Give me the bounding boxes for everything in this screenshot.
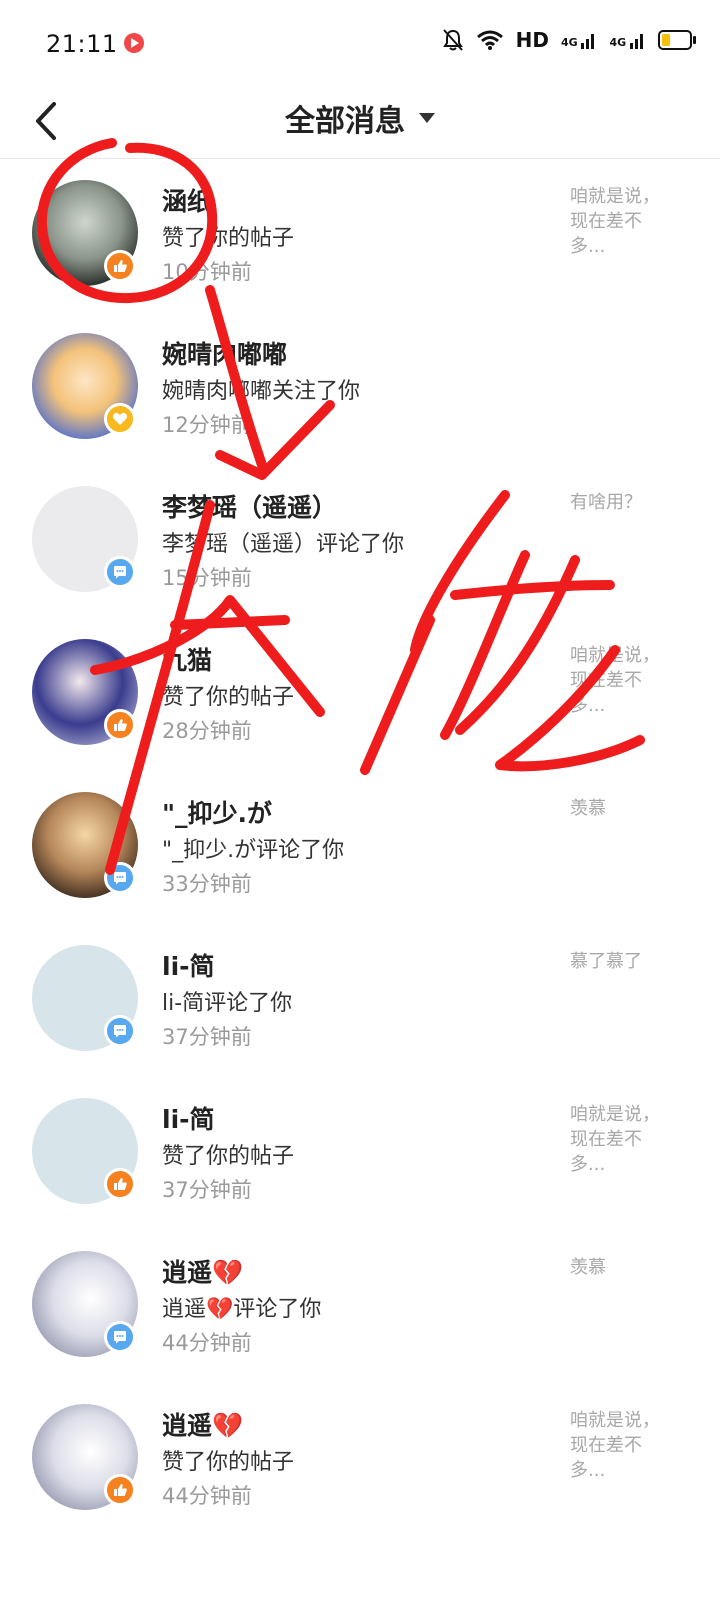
mute-bell-icon [442,29,463,51]
page-title: 全部消息 [285,104,405,139]
message-action: "_抑少.が评论了你 [162,838,345,863]
post-preview[interactable]: 有啥用？ [570,490,670,515]
message-item[interactable]: 九猫赞了你的帖子 28分钟前 咱就是说，现在差不多... [0,617,720,770]
sender-name[interactable]: 逍遥💔 [162,1253,243,1289]
message-item[interactable]: "_抑少.が "_抑少.が评论了你 33分钟前 羡慕 [0,770,720,923]
post-preview[interactable]: 咱就是说，现在差不多... [570,1102,670,1177]
comment-badge [104,1015,136,1047]
message-item[interactable]: 逍遥💔 逍遥💔评论了你 44分钟前 羡慕 [0,1229,720,1382]
screen-record-icon [124,33,144,53]
message-item[interactable]: 涵纸赞了你的帖子 10分钟前 咱就是说，现在差不多... [0,158,720,311]
message-time: 15分钟前 [162,566,252,590]
comment-icon [114,872,126,885]
status-time: 21:11 [46,30,118,58]
signal-icon [630,34,643,49]
network-type-2: 4G [609,36,627,49]
message-action: 赞了你的帖子 [162,226,295,251]
network-label-2: 4G [609,31,646,49]
sender-name[interactable]: 涵纸 [162,182,212,218]
message-time: 12分钟前 [162,413,252,437]
message-action: 逍遥💔评论了你 [162,1297,322,1322]
thumbs-up-icon [114,1484,127,1496]
status-bar: 21:11 HD 4G 4G [0,0,720,88]
like-badge [104,1474,136,1506]
thumbs-up-icon [114,260,127,272]
comment-badge [104,556,136,588]
comment-icon [114,566,126,579]
like-badge [104,709,136,741]
post-preview[interactable]: 咱就是说，现在差不多... [570,184,670,259]
battery-fill [662,34,670,46]
message-time: 44分钟前 [162,1331,252,1355]
follow-badge [104,403,136,435]
title-dropdown[interactable]: 全部消息 [0,96,720,140]
dropdown-caret-icon [419,113,435,123]
post-preview[interactable]: 羡慕 [570,1255,670,1280]
thumbs-up-icon [114,1178,127,1190]
post-preview[interactable]: 咱就是说，现在差不多... [570,1408,670,1483]
signal-icon [581,34,595,49]
like-badge [104,250,136,282]
status-icons: HD 4G 4G [442,28,696,52]
comment-icon [114,1025,126,1038]
sender-name[interactable]: li-简 [162,947,215,983]
message-action: 赞了你的帖子 [162,1144,295,1169]
message-item[interactable]: li-简 li-简评论了你 37分钟前 慕了慕了 [0,923,720,1076]
wifi-icon [476,30,503,50]
message-time: 28分钟前 [162,719,252,743]
comment-icon [114,1331,126,1344]
thumbs-up-icon [114,719,127,731]
post-preview[interactable]: 慕了慕了 [570,949,670,974]
message-action: li-简评论了你 [162,991,293,1016]
post-preview[interactable]: 羡慕 [570,796,670,821]
hd-label: HD [515,28,549,52]
message-action: 婉晴肉嘟嘟关注了你 [162,379,361,404]
message-item[interactable]: 李梦瑶（遥遥） 李梦瑶（遥遥）评论了你 15分钟前 有啥用？ [0,464,720,617]
message-item[interactable]: 婉晴肉嘟嘟婉晴肉嘟嘟关注了你 12分钟前 [0,311,720,464]
comment-badge [104,862,136,894]
message-time: 33分钟前 [162,872,252,896]
network-label-1: 4G [561,31,598,49]
header: 全部消息 [0,88,720,159]
sender-name[interactable]: 李梦瑶（遥遥） [162,488,337,524]
sender-name[interactable]: 九猫 [162,641,212,677]
network-type-1: 4G [560,36,578,49]
message-action: 赞了你的帖子 [162,685,295,710]
message-action: 李梦瑶（遥遥）评论了你 [162,532,405,557]
battery-icon [658,30,696,50]
message-time: 10分钟前 [162,260,252,284]
message-item[interactable]: 逍遥💔 赞了你的帖子 44分钟前 咱就是说，现在差不多... [0,1382,720,1535]
message-item[interactable]: li-简赞了你的帖子 37分钟前 咱就是说，现在差不多... [0,1076,720,1229]
heart-icon [112,413,128,425]
message-time: 37分钟前 [162,1178,252,1202]
message-list: 涵纸 赞了你的帖子 10分钟前 咱就是说，现在差不多... 婉晴肉嘟嘟 婉晴肉嘟嘟关注了你… [0,158,720,1535]
like-badge [104,1168,136,1200]
sender-name[interactable]: 逍遥💔 [162,1406,243,1442]
message-time: 37分钟前 [162,1025,252,1049]
post-preview[interactable]: 咱就是说，现在差不多... [570,643,670,718]
sender-name[interactable]: "_抑少.が [162,794,272,830]
message-time: 44分钟前 [162,1484,252,1508]
comment-badge [104,1321,136,1353]
sender-name[interactable]: 婉晴肉嘟嘟 [162,335,287,371]
message-action: 赞了你的帖子 [162,1450,295,1475]
sender-name[interactable]: li-简 [162,1100,215,1136]
